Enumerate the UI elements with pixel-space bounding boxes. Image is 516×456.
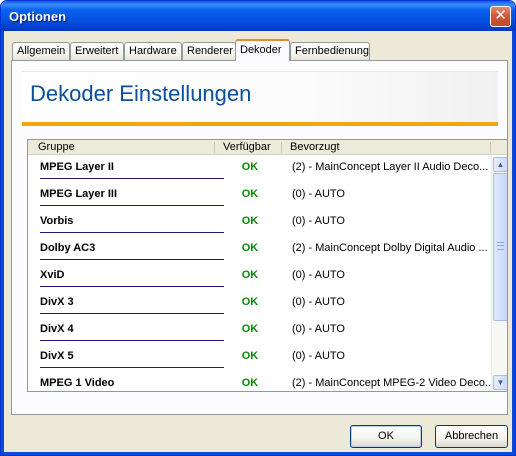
close-button[interactable]: ✕: [490, 6, 511, 27]
panel-heading: Dekoder Einstellungen: [30, 81, 252, 106]
row-preferred[interactable]: (0) - AUTO: [292, 323, 345, 335]
column-divider[interactable]: [214, 142, 215, 153]
ok-button[interactable]: OK: [350, 425, 422, 448]
options-dialog: Optionen ✕ Allgemein Erweitert Hardware …: [0, 0, 516, 456]
column-divider[interactable]: [281, 142, 282, 153]
row-preferred[interactable]: (0) - AUTO: [292, 215, 345, 227]
tab-panel-dekoder: Dekoder Einstellungen Gruppe Verfügbar B…: [11, 60, 508, 415]
row-available: OK: [241, 323, 259, 335]
title-bar[interactable]: Optionen ✕: [1, 1, 515, 31]
list-body: MPEG Layer II OK (2) - MainConcept Layer…: [28, 156, 490, 391]
row-group: Dolby AC3: [40, 242, 96, 254]
list-row[interactable]: DivX 5 OK (0) - AUTO: [28, 345, 490, 372]
window-border-left: [1, 31, 4, 455]
row-divider: [40, 340, 224, 341]
row-divider: [40, 259, 224, 260]
row-group: DivX 5: [40, 350, 74, 362]
decoder-list[interactable]: Gruppe Verfügbar Bevorzugt MPEG Layer II…: [27, 139, 508, 392]
list-row[interactable]: DivX 4 OK (0) - AUTO: [28, 318, 490, 345]
column-header-group[interactable]: Gruppe: [38, 141, 75, 153]
row-group: Vorbis: [40, 215, 74, 227]
row-divider: [40, 286, 224, 287]
column-header-available[interactable]: Verfügbar: [223, 141, 271, 153]
row-preferred[interactable]: (2) - MainConcept Layer II Audio Deco...: [292, 161, 488, 173]
list-row[interactable]: MPEG Layer III OK (0) - AUTO: [28, 183, 490, 210]
panel-header: Dekoder Einstellungen: [22, 71, 498, 123]
grip-icon: [497, 242, 504, 250]
window-border-bottom: [1, 452, 515, 455]
row-divider: [40, 205, 224, 206]
list-row[interactable]: MPEG Layer II OK (2) - MainConcept Layer…: [28, 156, 490, 183]
list-row[interactable]: Dolby AC3 OK (2) - MainConcept Dolby Dig…: [28, 237, 490, 264]
tab-erweitert[interactable]: Erweitert: [70, 42, 124, 60]
tab-renderer[interactable]: Renderer: [182, 42, 236, 60]
row-group: XviD: [40, 269, 65, 281]
scroll-thumb[interactable]: [493, 173, 507, 321]
row-available: OK: [241, 242, 259, 254]
row-group: DivX 3: [40, 296, 74, 308]
row-available: OK: [241, 350, 259, 362]
list-row[interactable]: MPEG 1 Video OK (2) - MainConcept MPEG-2…: [28, 372, 490, 391]
window-border-right: [512, 31, 515, 455]
tab-fernbedienung[interactable]: Fernbedienung: [290, 42, 370, 60]
list-row[interactable]: Vorbis OK (0) - AUTO: [28, 210, 490, 237]
tab-dekoder[interactable]: Dekoder: [235, 39, 290, 61]
tab-allgemein[interactable]: Allgemein: [12, 42, 70, 60]
row-group: MPEG 1 Video: [40, 377, 115, 389]
header-accent-bar: [22, 122, 498, 126]
row-divider: [40, 232, 224, 233]
close-icon: ✕: [494, 7, 507, 24]
row-available: OK: [241, 215, 259, 227]
column-divider[interactable]: [490, 142, 491, 153]
row-available: OK: [241, 296, 259, 308]
row-divider: [40, 313, 224, 314]
list-header: Gruppe Verfügbar Bevorzugt: [28, 140, 507, 155]
row-available: OK: [241, 188, 259, 200]
row-preferred[interactable]: (0) - AUTO: [292, 296, 345, 308]
row-group: MPEG Layer III: [40, 188, 118, 200]
row-preferred[interactable]: (0) - AUTO: [292, 350, 345, 362]
row-available: OK: [241, 377, 259, 389]
vertical-scrollbar[interactable]: ▲ ▼: [491, 156, 507, 391]
row-available: OK: [241, 269, 259, 281]
column-header-preferred[interactable]: Bevorzugt: [290, 141, 340, 153]
chevron-down-icon: ▼: [496, 378, 505, 387]
row-divider: [40, 178, 224, 179]
scroll-up-button[interactable]: ▲: [493, 157, 507, 172]
chevron-up-icon: ▲: [496, 160, 505, 169]
row-preferred[interactable]: (2) - MainConcept Dolby Digital Audio ..…: [292, 242, 488, 254]
row-available: OK: [241, 161, 259, 173]
cancel-button[interactable]: Abbrechen: [435, 425, 508, 448]
tab-hardware[interactable]: Hardware: [124, 42, 182, 60]
scroll-down-button[interactable]: ▼: [493, 375, 507, 390]
row-preferred[interactable]: (2) - MainConcept MPEG-2 Video Deco...: [292, 377, 490, 389]
row-preferred[interactable]: (0) - AUTO: [292, 269, 345, 281]
row-group: DivX 4: [40, 323, 74, 335]
list-row[interactable]: XviD OK (0) - AUTO: [28, 264, 490, 291]
list-row[interactable]: DivX 3 OK (0) - AUTO: [28, 291, 490, 318]
row-group: MPEG Layer II: [40, 161, 114, 173]
row-divider: [40, 367, 224, 368]
row-preferred[interactable]: (0) - AUTO: [292, 188, 345, 200]
window-title: Optionen: [9, 9, 67, 24]
